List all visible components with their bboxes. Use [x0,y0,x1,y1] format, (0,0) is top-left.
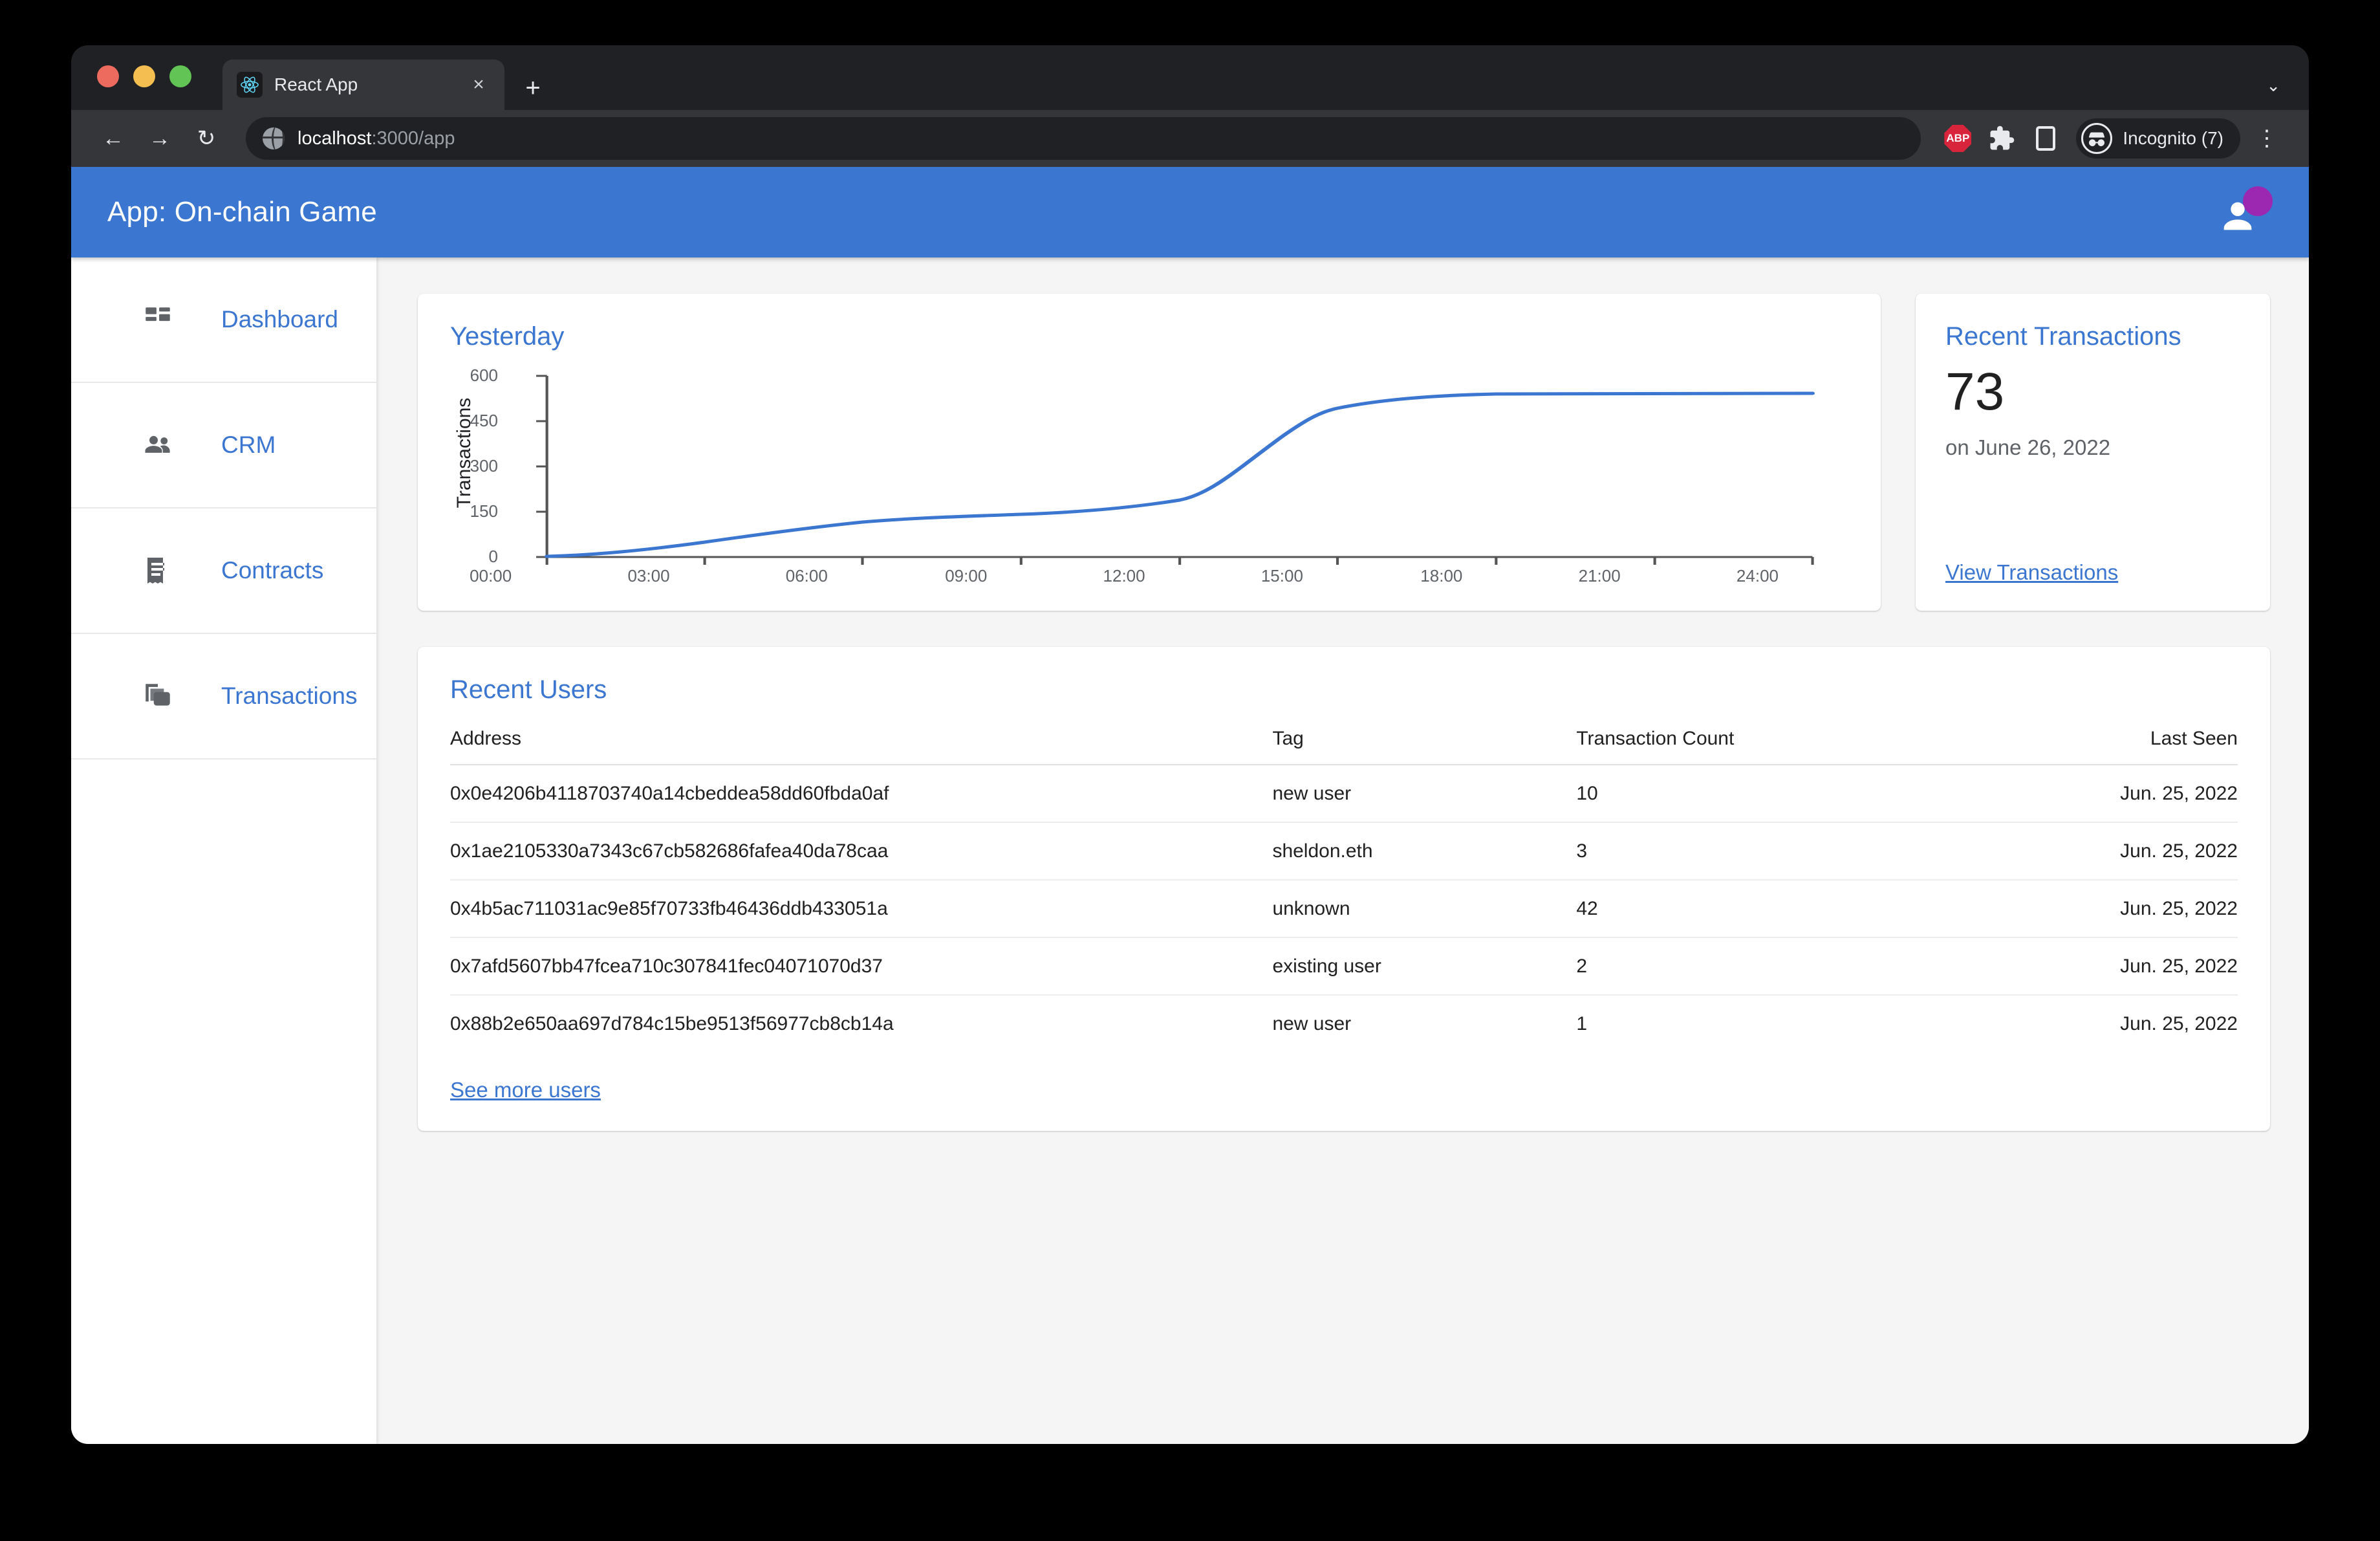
side-panel-icon[interactable] [2027,120,2064,157]
cell-last-seen: Jun. 25, 2022 [2120,1013,2238,1034]
maximize-window-button[interactable] [169,65,191,87]
cell-address: 0x88b2e650aa697d784c15be9513f56977cb8cb1… [450,1013,894,1034]
recent-users-table: Address Tag Transaction Count Last Seen … [450,728,2238,1052]
table-row[interactable]: 0x88b2e650aa697d784c15be9513f56977cb8cb1… [450,995,2238,1052]
sidebar-nav: Dashboard CRM Contracts Transactions [71,257,376,1444]
cell-last-seen: Jun. 25, 2022 [1951,765,2238,823]
reload-button[interactable]: ↻ [186,118,226,158]
chart-svg [536,375,1815,565]
yesterday-chart-card: Yesterday 600 450 300 150 0 Transactions… [418,294,1881,611]
dashboard-icon [140,301,176,338]
sidebar-item-transactions[interactable]: Transactions [71,634,376,760]
cell-address: 0x4b5ac711031ac9e85f70733fb46436ddb43305… [450,880,1273,938]
sidebar-item-crm[interactable]: CRM [71,383,376,508]
cell-tag: unknown [1272,880,1577,938]
puzzle-icon[interactable] [1983,120,2020,157]
profile-button[interactable]: Incognito (7) [2076,118,2240,158]
cell-address: 0x7afd5607bb47fcea710c307841fec04071070d… [450,937,1273,996]
url-path: :3000/app [371,127,455,149]
sidebar-item-label: Contracts [221,557,324,584]
chart-title: Yesterday [450,322,565,351]
page-title: App: On-chain Game [107,196,377,228]
column-header-address: Address [450,728,1273,765]
cell-transaction-count: 3 [1576,822,1952,880]
view-transactions-link[interactable]: View Transactions [1945,560,2240,585]
cell-transaction-count: 2 [1576,937,1952,996]
page-body: Dashboard CRM Contracts Transactions Yes… [71,257,2309,1444]
sidebar-item-contracts[interactable]: Contracts [71,508,376,634]
browser-toolbar: ← → ↻ localhost:3000/app ABP Incognito (… [71,110,2309,167]
tab-title: React App [274,74,358,94]
browser-menu-button[interactable]: ⋮ [2247,118,2287,158]
cell-last-seen: Jun. 25, 2022 [1951,937,2238,996]
url-host: localhost [298,127,372,149]
profile-label: Incognito (7) [2123,128,2223,148]
column-header-last-seen: Last Seen [1951,728,2238,765]
recent-users-card: Recent Users Address Tag Transaction Cou… [418,647,2270,1131]
new-tab-button[interactable]: + [519,75,547,101]
cell-transaction-count: 42 [1576,880,1952,938]
cell-tag: existing user [1272,937,1577,996]
cell-tag: new user [1272,765,1577,823]
window-controls [97,45,191,110]
recent-transactions-card: Recent Transactions 73 on June 26, 2022 … [1916,294,2270,611]
table-row[interactable]: 0x1ae2105330a7343c67cb582686fafea40da78c… [450,822,2238,880]
dashboard-top-row: Yesterday 600 450 300 150 0 Transactions… [418,294,2270,611]
transaction-count-date: on June 26, 2022 [1945,435,2111,459]
close-tab-icon[interactable]: × [467,75,490,94]
table-header-row: Address Tag Transaction Count Last Seen [450,728,2238,765]
sidebar-item-dashboard[interactable]: Dashboard [71,257,376,383]
browser-tab[interactable]: React App × [222,60,504,110]
tab-strip: React App × + ⌄ [71,45,2309,110]
copy-icon [140,678,176,714]
transaction-count-value: 73 [1945,362,2005,421]
cell-transaction-count: 10 [1576,765,1952,823]
page-viewport: App: On-chain Game Dashboard CRM Contrac… [71,167,2309,1444]
cell-tag: sheldon.eth [1272,822,1577,880]
receipt-icon [140,552,176,589]
tab-search-chevron-down-icon[interactable]: ⌄ [2266,76,2280,96]
forward-button[interactable]: → [140,118,180,158]
incognito-icon [2081,123,2113,154]
browser-window: React App × + ⌄ ← → ↻ localhost:3000/app… [71,45,2309,1444]
recent-transactions-title: Recent Transactions [1945,322,2181,351]
cell-address: 0x1ae2105330a7343c67cb582686fafea40da78c… [450,822,1273,880]
main-content: Yesterday 600 450 300 150 0 Transactions… [376,257,2309,1444]
address-bar-url: localhost:3000/app [298,128,455,149]
table-row[interactable]: 0x7afd5607bb47fcea710c307841fec04071070d… [450,937,2238,996]
close-window-button[interactable] [97,65,119,87]
react-icon [237,72,263,98]
sidebar-item-label: CRM [221,432,276,458]
cell-transaction-count: 1 [1576,1013,1587,1034]
account-button[interactable] [2214,186,2273,237]
sidebar-item-label: Dashboard [221,306,339,333]
app-header: App: On-chain Game [71,167,2309,257]
recent-users-title: Recent Users [450,675,607,704]
table-row[interactable]: 0x0e4206b4118703740a14cbeddea58dd60fbda0… [450,765,2238,823]
address-bar[interactable]: localhost:3000/app [246,117,1921,160]
transactions-line-chart: 600 450 300 150 0 Transactions 00:00 03:… [450,366,1848,597]
table-row[interactable]: 0x4b5ac711031ac9e85f70733fb46436ddb43305… [450,880,2238,938]
back-button[interactable]: ← [93,118,133,158]
column-header-tag: Tag [1272,728,1577,765]
cell-last-seen: Jun. 25, 2022 [1951,880,2238,938]
adblock-plus-icon[interactable]: ABP [1939,120,1976,157]
cell-address: 0x0e4206b4118703740a14cbeddea58dd60fbda0… [450,765,1273,823]
minimize-window-button[interactable] [133,65,155,87]
person-icon [2223,202,2252,230]
sidebar-item-label: Transactions [221,683,358,709]
column-header-transaction-count: Transaction Count [1576,728,1952,765]
see-more-users-link[interactable]: See more users [450,1078,601,1102]
cell-last-seen: Jun. 25, 2022 [1951,822,2238,880]
people-icon [140,427,176,463]
cell-tag: new user [1272,1013,1352,1034]
globe-icon [263,127,285,149]
